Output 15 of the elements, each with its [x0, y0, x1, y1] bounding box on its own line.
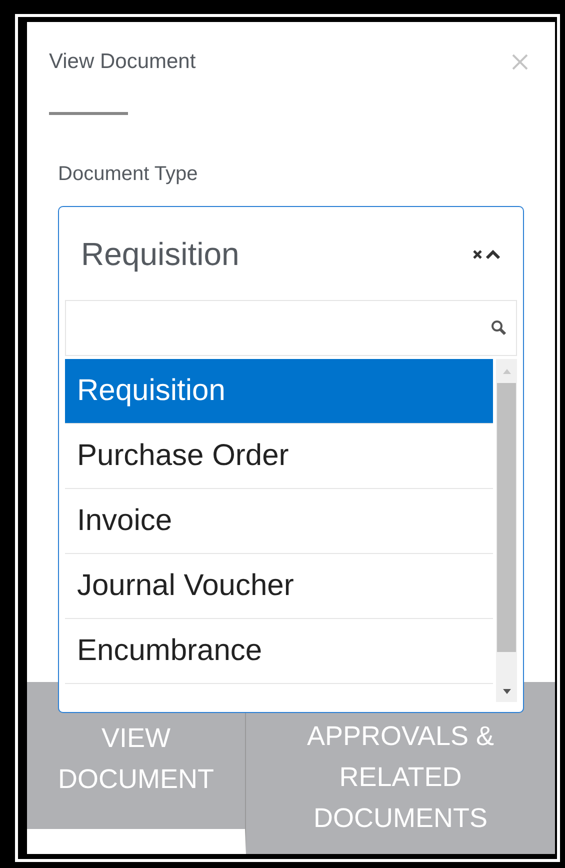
scrollbar[interactable]: [496, 359, 517, 702]
dropdown-option[interactable]: Journal Voucher: [65, 554, 493, 619]
dropdown-option[interactable]: Purchase Order: [65, 424, 493, 489]
field-label: Document Type: [58, 163, 199, 186]
search-icon: [490, 319, 508, 337]
close-icon[interactable]: [511, 53, 529, 71]
scroll-up-icon[interactable]: [502, 367, 512, 375]
dropdown-option[interactable]: Encumbrance: [65, 619, 493, 684]
search-field[interactable]: [65, 300, 517, 356]
dropdown-option[interactable]: Invoice: [65, 489, 493, 554]
dropdown-option[interactable]: Requisition: [65, 359, 493, 424]
chevron-icon[interactable]: [485, 248, 501, 260]
dialog-title: View Document: [49, 50, 196, 74]
clear-icon[interactable]: [472, 248, 483, 260]
scroll-down-icon[interactable]: [502, 688, 512, 696]
